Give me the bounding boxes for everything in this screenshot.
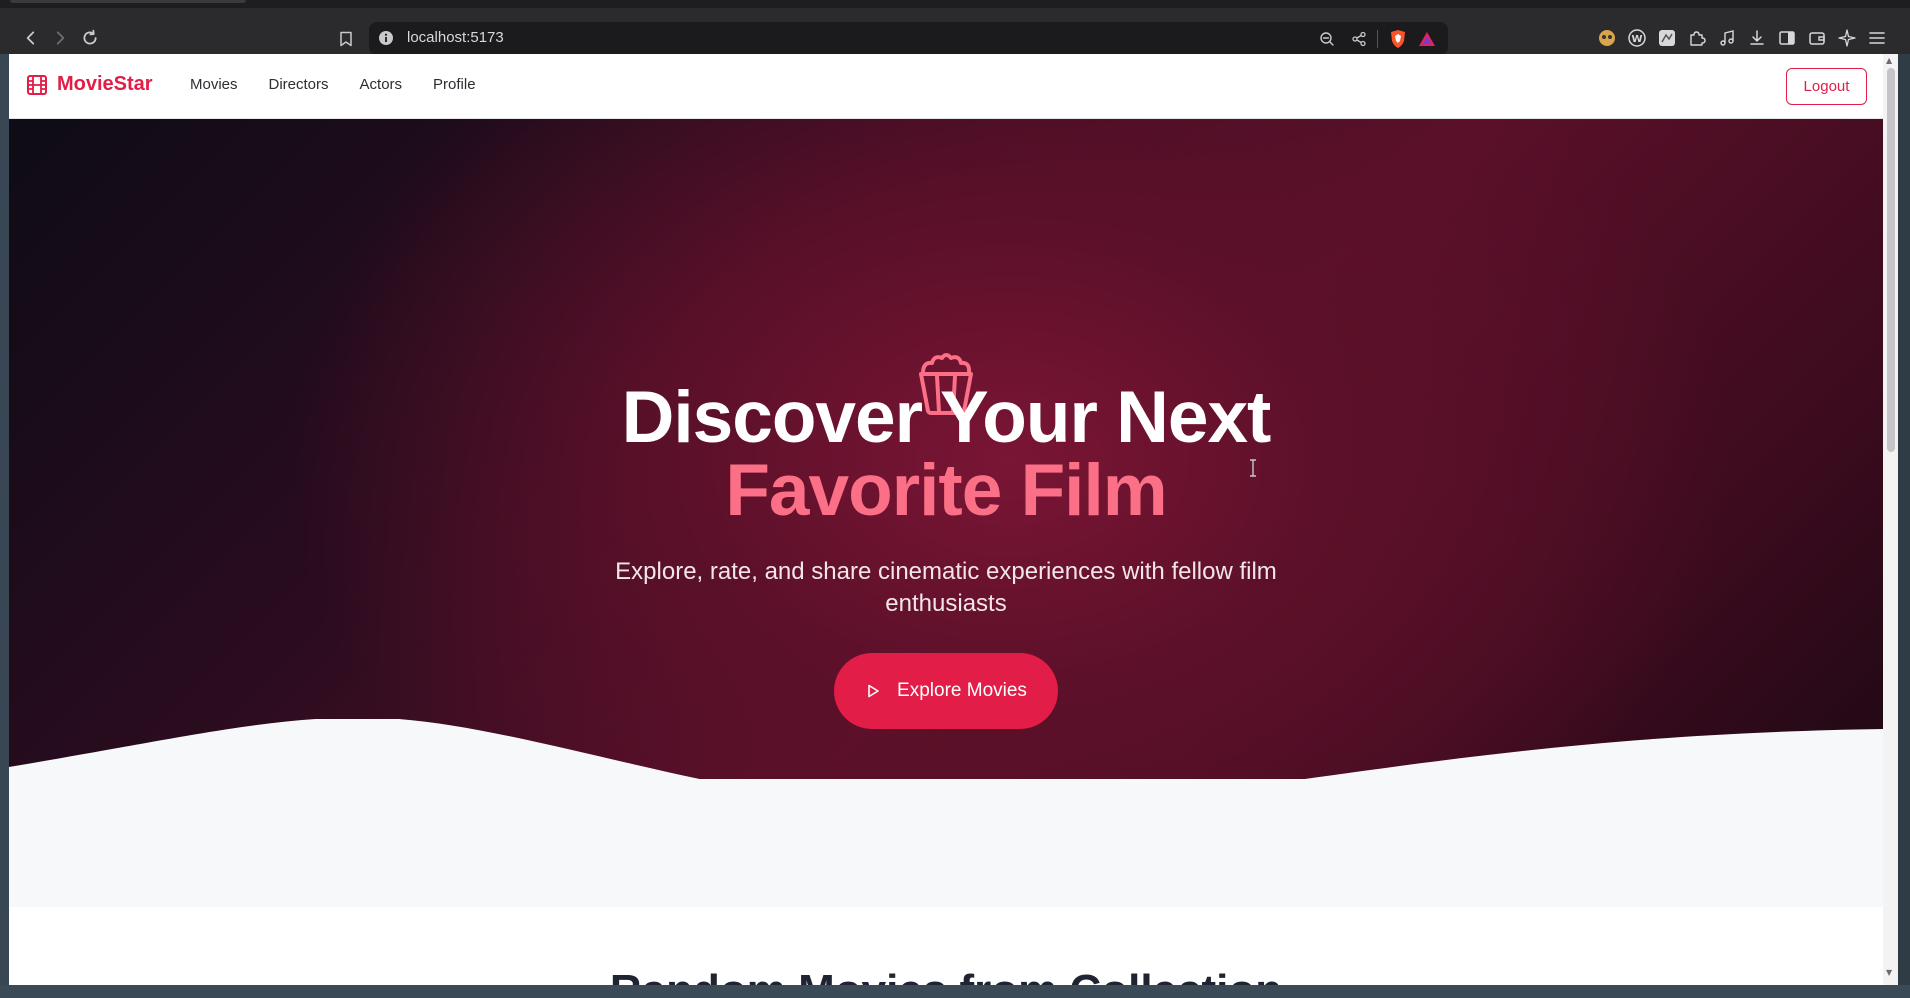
url-text[interactable]: localhost:5173: [407, 29, 504, 46]
main-nav: Movies Directors Actors Profile: [190, 76, 476, 93]
nav-link-profile[interactable]: Profile: [433, 76, 476, 93]
url-divider: [1377, 30, 1378, 48]
brave-shield-icon[interactable]: [1388, 29, 1408, 49]
page-viewport: MovieStar Movies Directors Actors Profil…: [9, 54, 1883, 985]
brave-rewards-icon[interactable]: [1417, 29, 1437, 49]
nav-link-actors[interactable]: Actors: [360, 76, 403, 93]
window-frame-right: [1898, 54, 1910, 998]
explore-movies-label: Explore Movies: [897, 680, 1027, 701]
menu-icon[interactable]: [1866, 27, 1888, 49]
scroll-down-icon[interactable]: ▼: [1886, 968, 1892, 977]
bookmark-icon[interactable]: [334, 27, 358, 51]
extension-icon-2[interactable]: W: [1626, 27, 1648, 49]
share-icon[interactable]: [1349, 29, 1369, 49]
explore-movies-button[interactable]: Explore Movies: [834, 653, 1058, 729]
music-icon[interactable]: [1716, 27, 1738, 49]
leo-icon[interactable]: [1836, 27, 1858, 49]
nav-link-directors[interactable]: Directors: [269, 76, 329, 93]
hero-title-accent: Favorite Film: [725, 450, 1167, 531]
address-bar[interactable]: localhost:5173: [369, 22, 1448, 55]
active-tab[interactable]: [10, 0, 246, 3]
nav-link-movies[interactable]: Movies: [190, 76, 238, 93]
page-scrollbar[interactable]: ▲ ▼: [1883, 54, 1898, 985]
site-info-icon[interactable]: [378, 30, 394, 46]
sidebar-icon[interactable]: [1776, 27, 1798, 49]
play-icon: [868, 684, 879, 698]
hero-wave: [9, 719, 1883, 869]
tab-strip: [0, 0, 1910, 8]
reload-icon[interactable]: [71, 19, 109, 57]
scroll-up-icon[interactable]: ▲: [1886, 56, 1892, 65]
hero-section: Discover Your Next Favorite Film Explore…: [9, 119, 1883, 907]
scrollbar-thumb[interactable]: [1887, 68, 1895, 452]
hero-title: Discover Your Next: [621, 377, 1272, 458]
puzzle-icon[interactable]: [1686, 27, 1708, 49]
site-navbar: MovieStar Movies Directors Actors Profil…: [9, 54, 1883, 119]
hero-subtitle: Explore, rate, and share cinematic exper…: [615, 558, 1277, 617]
browser-toolbar: localhost:5173 W: [0, 8, 1910, 57]
zoom-out-icon[interactable]: [1317, 29, 1337, 49]
random-movies-heading: Random Movies from Collection: [9, 966, 1883, 985]
window-frame-bottom: [0, 985, 1910, 998]
window-frame-left: [0, 54, 9, 998]
brand[interactable]: MovieStar: [26, 73, 153, 96]
svg-text:W: W: [1631, 34, 1642, 45]
brand-name[interactable]: MovieStar: [57, 73, 153, 96]
text-cursor-icon: [1250, 459, 1256, 477]
wallet-icon[interactable]: [1806, 27, 1828, 49]
film-icon: [27, 74, 47, 95]
extension-icon-3[interactable]: [1656, 27, 1678, 49]
extension-icon-1[interactable]: [1596, 27, 1618, 49]
logout-button[interactable]: Logout: [1786, 68, 1867, 105]
download-icon[interactable]: [1746, 27, 1768, 49]
